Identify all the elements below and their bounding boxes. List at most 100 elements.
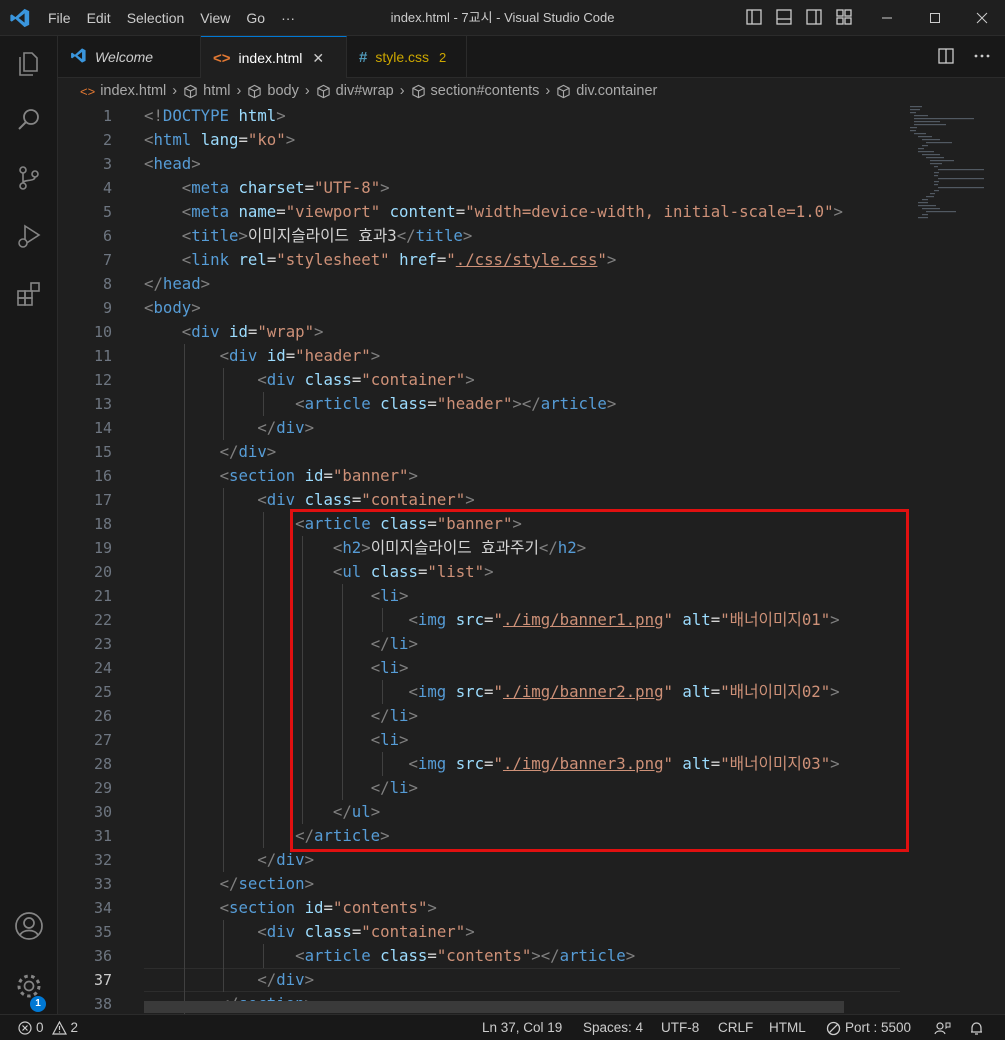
code-line[interactable]: <html lang="ko"> — [144, 128, 295, 152]
code-token: ./img/banner2.png — [502, 682, 664, 701]
code-line[interactable]: </div> — [144, 968, 314, 992]
code-token: > — [304, 970, 315, 989]
code-line[interactable]: <li> — [144, 728, 409, 752]
code-line[interactable]: </head> — [144, 272, 210, 296]
editor-actions — [937, 47, 991, 65]
manage-button[interactable]: 1 — [0, 962, 58, 1012]
line-number: 4 — [102, 179, 112, 197]
breadcrumb-contents[interactable]: section#contents — [411, 83, 539, 99]
tab-style-css[interactable]: # style.css 2 — [347, 36, 467, 78]
indentation-status[interactable]: Spaces: 4 — [583, 1015, 643, 1040]
cursor-position[interactable]: Ln 37, Col 19 — [482, 1015, 562, 1040]
code-line[interactable]: <title>이미지슬라이드 효과3</title> — [144, 224, 473, 248]
code-line[interactable]: <!DOCTYPE html> — [144, 104, 286, 128]
toggle-sidebar-icon[interactable] — [745, 8, 763, 26]
code-line[interactable]: <li> — [144, 584, 409, 608]
search-button[interactable] — [0, 96, 58, 144]
problems-status[interactable]: 0 2 — [18, 1015, 78, 1040]
code-token: li — [380, 658, 400, 677]
code-line[interactable]: <link rel="stylesheet" href="./css/style… — [144, 248, 617, 272]
close-tab-icon[interactable]: ✕ — [312, 50, 324, 67]
code-line[interactable]: <head> — [144, 152, 201, 176]
explorer-button[interactable] — [0, 40, 58, 88]
minimize-button[interactable] — [864, 0, 910, 36]
more-actions-icon[interactable] — [973, 47, 991, 65]
notifications-button[interactable] — [969, 1015, 984, 1040]
code-line[interactable]: </div> — [144, 848, 314, 872]
code-line[interactable]: <meta charset="UTF-8"> — [144, 176, 390, 200]
code-token: "wrap" — [257, 322, 315, 341]
code-line[interactable]: <img src="./img/banner2.png" alt="배너이미지0… — [144, 680, 839, 704]
code-token: head — [162, 274, 201, 293]
code-line[interactable]: <ul class="list"> — [144, 560, 494, 584]
toggle-panel-icon[interactable] — [775, 8, 793, 26]
close-window-button[interactable] — [959, 0, 1005, 36]
menu-go[interactable]: Go — [238, 0, 273, 36]
tab-welcome[interactable]: Welcome — [58, 36, 201, 78]
code-line[interactable]: <li> — [144, 656, 409, 680]
code-line[interactable]: <div class="container"> — [144, 920, 474, 944]
maximize-button[interactable] — [912, 0, 958, 36]
eol-status[interactable]: CRLF — [718, 1015, 753, 1040]
code-line[interactable]: <section id="contents"> — [144, 896, 437, 920]
error-count: 0 — [36, 1020, 44, 1035]
code-line[interactable]: </ul> — [144, 800, 380, 824]
breadcrumb-wrap[interactable]: div#wrap — [316, 83, 394, 99]
menu-more[interactable]: ··· — [273, 0, 303, 36]
horizontal-scrollbar[interactable] — [144, 1001, 844, 1013]
code-line[interactable]: <img src="./img/banner1.png" alt="배너이미지0… — [144, 608, 839, 632]
accounts-button[interactable] — [0, 902, 58, 950]
toggle-secondary-sidebar-icon[interactable] — [805, 8, 823, 26]
code-token: meta — [191, 202, 230, 221]
code-token: </ — [370, 778, 390, 797]
code-line[interactable]: </li> — [144, 632, 418, 656]
code-line[interactable]: </div> — [144, 416, 314, 440]
run-debug-button[interactable] — [0, 212, 58, 260]
extensions-button[interactable] — [0, 270, 58, 318]
breadcrumb-container[interactable]: div.container — [556, 83, 657, 99]
code-line[interactable]: <img src="./img/banner3.png" alt="배너이미지0… — [144, 752, 839, 776]
feedback-button[interactable] — [934, 1015, 951, 1040]
tab-index-html[interactable]: <> index.html ✕ — [201, 36, 347, 79]
breadcrumb-file[interactable]: <> index.html — [80, 83, 166, 99]
code-token: 이미지슬라이드 효과3 — [247, 226, 397, 245]
code-token: div — [266, 370, 296, 389]
code-line[interactable]: <div id="header"> — [144, 344, 381, 368]
live-server-port[interactable]: Port : 5500 — [826, 1015, 911, 1040]
code-line[interactable]: </article> — [144, 824, 389, 848]
code-line[interactable]: </section> — [144, 872, 314, 896]
code-token: section — [229, 898, 296, 917]
code-line[interactable]: <section id="banner"> — [144, 464, 418, 488]
code-editor[interactable]: 1 2 3 4 5 6 7 8 9 10 11 12 13 14 15 16 17 18 19 20 21 22 23 24 2… — [58, 104, 1005, 1014]
code-line[interactable]: </li> — [144, 776, 418, 800]
code-token: > — [399, 658, 409, 677]
menu-view[interactable]: View — [192, 0, 238, 36]
code-line[interactable]: <div id="wrap"> — [144, 320, 324, 344]
code-line[interactable]: <article class="banner"> — [144, 512, 522, 536]
minimap[interactable] — [900, 104, 1005, 1014]
source-control-button[interactable] — [0, 154, 58, 202]
code-line[interactable]: <div class="container"> — [144, 368, 474, 392]
code-token: " — [663, 754, 673, 773]
breadcrumb-html[interactable]: html — [183, 83, 231, 99]
breadcrumb-body[interactable]: body — [247, 83, 299, 99]
code-token: > — [361, 538, 371, 557]
code-line[interactable]: </li> — [144, 704, 418, 728]
code-line[interactable]: </div> — [144, 440, 277, 464]
code-line[interactable]: <article class="header"></article> — [144, 392, 616, 416]
code-line[interactable]: <meta name="viewport" content="width=dev… — [144, 200, 843, 224]
customize-layout-icon[interactable] — [835, 8, 853, 26]
code-line[interactable]: <h2>이미지슬라이드 효과주기</h2> — [144, 536, 586, 560]
menu-selection[interactable]: Selection — [119, 0, 193, 36]
code-line[interactable]: <article class="contents"></article> — [144, 944, 635, 968]
split-editor-icon[interactable] — [937, 47, 955, 65]
code-token: > — [191, 154, 201, 173]
tab-label: Welcome — [95, 49, 154, 65]
encoding-status[interactable]: UTF-8 — [661, 1015, 699, 1040]
code-line[interactable]: <div class="container"> — [144, 488, 474, 512]
language-mode[interactable]: HTML — [769, 1015, 806, 1040]
code-line[interactable]: <body> — [144, 296, 201, 320]
menu-file[interactable]: File — [40, 0, 79, 36]
menu-edit[interactable]: Edit — [79, 0, 119, 36]
